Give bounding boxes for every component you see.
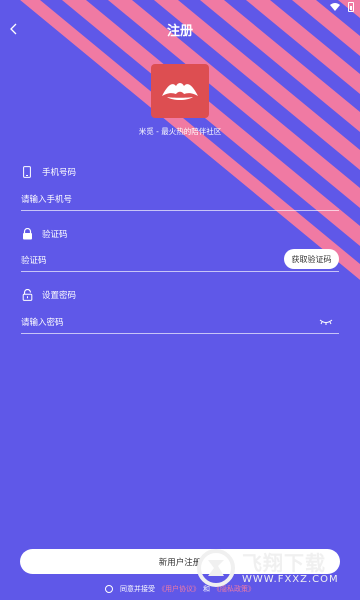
lips-logo-icon	[162, 83, 198, 100]
phone-label: 手机号码	[42, 168, 77, 178]
header: 注册	[0, 14, 360, 44]
phone-icon	[21, 166, 33, 178]
password-label: 设置密码	[42, 291, 77, 301]
status-bar	[0, 0, 360, 14]
code-field: 获取验证码	[21, 249, 339, 272]
password-input[interactable]	[21, 314, 261, 332]
unlock-icon	[21, 289, 33, 301]
page-title: 注册	[166, 24, 193, 39]
phone-label-row: 手机号码	[21, 166, 76, 178]
watermark-logo-icon	[197, 549, 235, 587]
code-input[interactable]	[21, 252, 261, 270]
phone-field	[21, 191, 339, 211]
phone-input[interactable]	[21, 191, 261, 209]
battery-icon	[348, 2, 354, 12]
watermark-url: WWW.FXXZ.COM	[242, 573, 339, 585]
eye-closed-icon[interactable]	[319, 317, 333, 327]
app-logo	[151, 64, 209, 118]
code-label-row: 验证码	[21, 228, 68, 240]
lock-icon	[21, 228, 33, 240]
code-label: 验证码	[42, 230, 68, 240]
get-code-button[interactable]: 获取验证码	[284, 249, 339, 269]
watermark: 飞翔下载 WWW.FXXZ.COM	[196, 538, 356, 598]
password-label-row: 设置密码	[21, 289, 76, 301]
wifi-icon	[330, 3, 340, 11]
app-tagline: 米觅 - 最火热的陪伴社区	[138, 127, 222, 136]
watermark-brand: 飞翔下载	[242, 550, 326, 575]
user-agreement-link[interactable]: 《用户协议》	[158, 584, 200, 594]
password-field	[21, 314, 339, 334]
agree-radio-icon[interactable]	[105, 585, 113, 593]
agreement-prefix: 同意并接受	[120, 585, 155, 593]
